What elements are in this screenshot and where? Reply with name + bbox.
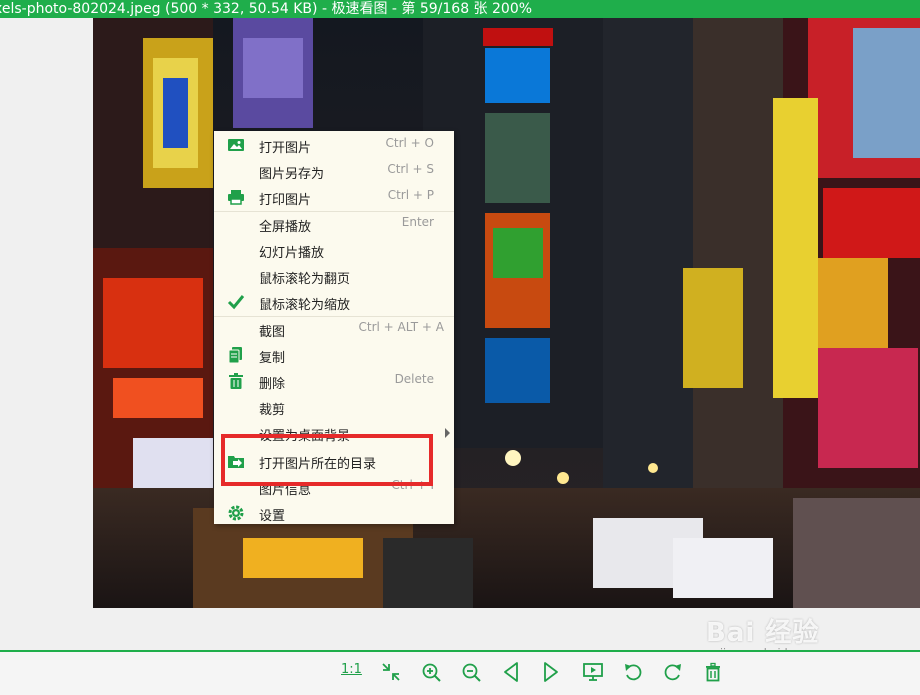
menu-item-copy[interactable]: 复制 (214, 342, 454, 368)
menu-item-wheel-zoom[interactable]: 鼠标滚轮为缩放 (214, 289, 454, 315)
menu-item-fullscreen[interactable]: 全屏播放 Enter (214, 211, 454, 237)
slideshow-icon[interactable] (582, 661, 604, 683)
menu-item-settings[interactable]: 设置 (214, 500, 454, 526)
next-icon[interactable] (540, 661, 562, 683)
image-canvas[interactable] (0, 18, 920, 650)
window-title: xels-photo-802024.jpeg (500 * 332, 50.54… (0, 1, 533, 17)
menu-item-screenshot[interactable]: 截图 Ctrl + ALT + A (214, 316, 454, 342)
highlight-annotation-box (221, 434, 433, 486)
submenu-arrow-icon (445, 428, 450, 438)
bottom-toolbar: 1:1 (0, 650, 920, 695)
zoom-in-icon[interactable] (420, 661, 442, 683)
trash-icon (227, 372, 245, 390)
rotate-right-icon[interactable] (662, 661, 684, 683)
menu-item-slideshow[interactable]: 幻灯片播放 (214, 237, 454, 263)
menu-item-save-as[interactable]: 图片另存为 Ctrl + S (214, 158, 454, 184)
title-bar: xels-photo-802024.jpeg (500 * 332, 50.54… (0, 0, 920, 18)
menu-item-open-image[interactable]: 打开图片 Ctrl + O (214, 132, 454, 158)
rotate-left-icon[interactable] (622, 661, 644, 683)
fit-window-icon[interactable] (380, 661, 402, 683)
previous-icon[interactable] (500, 661, 522, 683)
menu-item-wheel-page[interactable]: 鼠标滚轮为翻页 (214, 263, 454, 289)
menu-item-delete[interactable]: 删除 Delete (214, 368, 454, 394)
actual-size-button[interactable]: 1:1 (341, 662, 363, 684)
checkmark-icon (227, 293, 245, 311)
watermark-brand: Bai 经验 (706, 618, 820, 648)
image-icon (227, 136, 245, 154)
gear-icon (227, 504, 245, 522)
delete-icon[interactable] (702, 661, 724, 683)
zoom-out-icon[interactable] (460, 661, 482, 683)
menu-item-crop[interactable]: 裁剪 (214, 394, 454, 420)
printer-icon (227, 188, 245, 206)
copy-icon (227, 346, 245, 364)
menu-item-print[interactable]: 打印图片 Ctrl + P (214, 184, 454, 210)
